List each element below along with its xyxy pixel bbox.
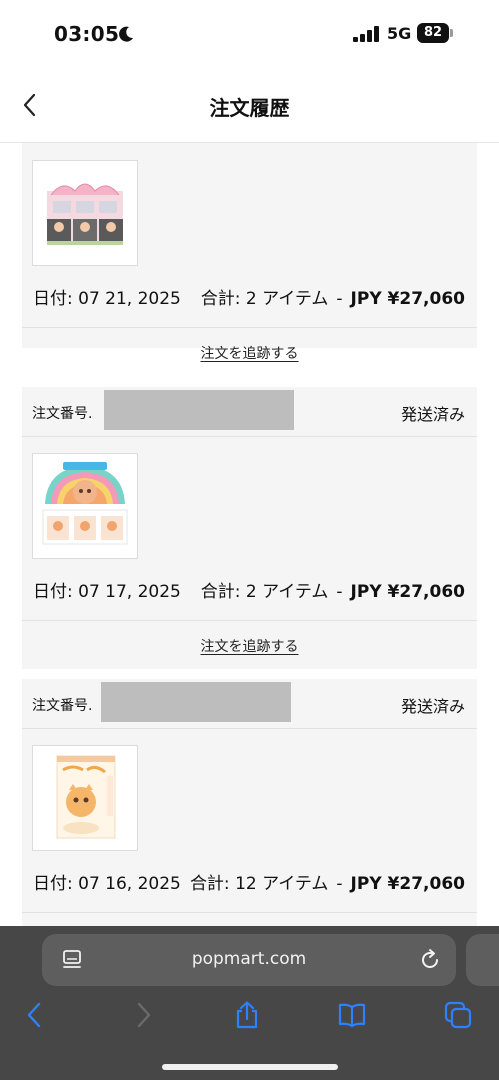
separator: - <box>336 289 343 309</box>
pink-blind-box-set-image <box>47 183 123 245</box>
order-card: 日付: 07 21, 2025 合計: 2 アイテム - JPY ¥27,060 注… <box>22 143 477 362</box>
separator: - <box>336 874 343 894</box>
track-order-link[interactable]: 注文を追跡する <box>201 636 299 656</box>
order-amount: JPY ¥27,060 <box>350 874 465 894</box>
moon-icon <box>119 26 133 42</box>
battery-level: 82 <box>417 23 449 43</box>
order-status: 発送済み <box>400 405 465 424</box>
url-text: popmart.com <box>191 949 307 969</box>
order-date: 日付: 07 17, 2025 <box>33 582 181 602</box>
status-time: 03:05 <box>54 22 120 46</box>
page-title: 注文履歴 <box>209 96 290 120</box>
hoshi-seal-blind-box-image <box>56 755 116 839</box>
rainbow-monster-blind-box-image <box>42 462 128 545</box>
track-row: 注文を追跡する <box>22 329 477 373</box>
item-count: 合計: 2 アイテム <box>200 289 329 309</box>
separator: - <box>336 582 343 602</box>
order-number-label: 注文番号. <box>32 698 93 714</box>
order-total: 合計: 2 アイテム - JPY ¥27,060 <box>201 284 465 309</box>
order-total: 合計: 2 アイテム - JPY ¥27,060 <box>201 577 465 602</box>
item-count: 合計: 12 アイテム <box>189 874 329 894</box>
track-order-link[interactable]: 注文を追跡する <box>201 343 299 363</box>
item-count: 合計: 2 アイテム <box>200 582 329 602</box>
product-thumbnail[interactable] <box>32 160 138 266</box>
back-arrow-icon[interactable] <box>20 1000 50 1030</box>
network-type: 5G <box>387 24 412 43</box>
order-amount: JPY ¥27,060 <box>350 289 465 309</box>
screen: 03:05 5G 82 注文履歴 日付: 07 21, 2025 合計: 2 ア… <box>0 0 499 1080</box>
order-number-redacted <box>101 682 291 722</box>
order-summary: 日付: 07 21, 2025 合計: 2 アイテム - JPY ¥27,060 <box>22 268 477 328</box>
product-thumbnail[interactable] <box>32 453 138 559</box>
status-bar: 03:05 5G 82 <box>0 0 499 68</box>
order-list[interactable]: 日付: 07 21, 2025 合計: 2 アイテム - JPY ¥27,060 注… <box>0 143 499 926</box>
next-tab-address-bar[interactable] <box>466 934 499 986</box>
order-card: 注文番号. 発送済み 日付: 07 16, 2025 合計: 12 アイテム -… <box>22 679 477 926</box>
order-number-label: 注文番号. <box>32 406 93 422</box>
order-total: 合計: 12 アイテム - JPY ¥27,060 <box>190 869 465 894</box>
bookmarks-icon[interactable] <box>337 1000 367 1030</box>
order-date: 日付: 07 21, 2025 <box>33 289 181 309</box>
track-row: 注文を追跡する <box>22 622 477 666</box>
battery-icon: 82 <box>417 23 453 43</box>
browser-toolbar: popmart.com <box>0 926 499 1080</box>
order-status: 発送済み <box>400 697 465 716</box>
product-thumbnail[interactable] <box>32 745 138 851</box>
order-amount: JPY ¥27,060 <box>350 582 465 602</box>
address-bar[interactable]: popmart.com <box>42 934 456 986</box>
order-card: 注文番号. 発送済み 日付: 07 17, 2025 合計: 2 アイテム - … <box>22 387 477 669</box>
order-date: 日付: 07 16, 2025 <box>33 874 181 894</box>
nav-header: 注文履歴 <box>0 68 499 143</box>
order-header: 注文番号. 発送済み <box>22 679 477 729</box>
order-summary: 日付: 07 17, 2025 合計: 2 アイテム - JPY ¥27,060 <box>22 561 477 621</box>
reload-icon[interactable] <box>418 948 442 972</box>
forward-arrow-icon[interactable] <box>128 1000 158 1030</box>
order-header: 注文番号. 発送済み <box>22 387 477 437</box>
home-indicator <box>162 1064 338 1070</box>
order-number-redacted <box>104 390 294 430</box>
order-summary: 日付: 07 16, 2025 合計: 12 アイテム - JPY ¥27,060 <box>22 853 477 913</box>
tabs-icon[interactable] <box>443 1000 473 1030</box>
signal-icon <box>353 26 379 42</box>
share-icon[interactable] <box>232 1000 262 1030</box>
